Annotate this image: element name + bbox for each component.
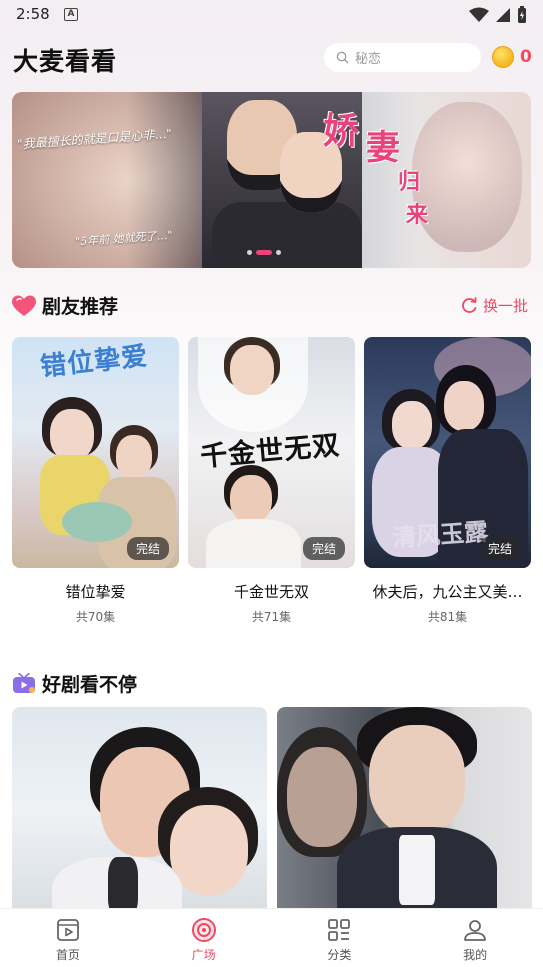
- pagination-dot[interactable]: [276, 250, 281, 255]
- status-badge: 完结: [478, 537, 521, 560]
- nav-label: 分类: [327, 948, 352, 962]
- user-icon: [464, 920, 487, 941]
- coin-icon[interactable]: [492, 46, 514, 68]
- status-time: 2:58: [16, 5, 50, 23]
- banner-title-char: 妻: [366, 128, 400, 168]
- drama-title[interactable]: 千金世无双: [188, 581, 355, 602]
- poster-figure: [50, 409, 94, 461]
- poster-figure: [399, 835, 435, 905]
- nav-label: 我的: [463, 948, 488, 962]
- search-input[interactable]: 秘恋: [324, 43, 481, 72]
- app-title: 大麦看看: [13, 47, 118, 76]
- poster-figure: [369, 725, 465, 835]
- nonstop-section-header: 好剧看不停: [12, 670, 137, 697]
- grid-icon: [328, 919, 351, 941]
- poster-figure: [230, 345, 274, 395]
- nav-item-home[interactable]: 首页: [0, 909, 136, 967]
- drama-card[interactable]: 错位挚爱 完结 错位挚爱 共70集: [12, 337, 179, 625]
- poster-title-art: 千金世无双: [199, 429, 342, 474]
- play-box-icon: [56, 919, 79, 941]
- pagination-dot-active[interactable]: [256, 250, 272, 255]
- nav-label: 首页: [55, 948, 80, 962]
- refresh-label: 换一批: [483, 297, 529, 315]
- drama-card-large[interactable]: [12, 707, 267, 917]
- heart-icon: [12, 295, 36, 316]
- status-badge: 完结: [126, 537, 169, 560]
- refresh-icon: [462, 297, 477, 313]
- poster-figure: [392, 401, 432, 449]
- battery-icon: [518, 6, 526, 23]
- bottom-nav: 首页 广场 分类 我的: [0, 908, 543, 967]
- poster-figure: [170, 805, 248, 895]
- notification-a-icon: A: [64, 8, 78, 21]
- drama-poster[interactable]: 错位挚爱 完结: [12, 337, 179, 568]
- search-icon: [336, 51, 349, 64]
- refresh-button[interactable]: 换一批: [461, 295, 528, 316]
- section-title: 剧友推荐: [42, 296, 119, 318]
- section-title: 好剧看不停: [42, 674, 138, 696]
- banner-title-char: 归: [398, 169, 421, 195]
- search-placeholder: 秘恋: [355, 52, 382, 67]
- poster-title-art: 错位挚爱: [38, 341, 150, 383]
- promo-banner[interactable]: "我最擅长的就是口是心非…" "5年前 她就死了…" 娇 妻 归 来: [12, 92, 531, 268]
- disc-icon: [191, 918, 216, 942]
- drama-title[interactable]: 错位挚爱: [12, 581, 179, 602]
- episode-count: 共81集: [427, 610, 468, 624]
- drama-poster[interactable]: 清风玉露 完结: [364, 337, 531, 568]
- nav-item-square[interactable]: 广场: [136, 909, 272, 967]
- drama-title[interactable]: 休夫后，九公主又美…: [364, 581, 531, 602]
- poster-figure: [116, 435, 152, 479]
- nav-item-category[interactable]: 分类: [272, 909, 408, 967]
- poster-title-art: 清风玉露: [391, 516, 490, 553]
- status-icons: [469, 6, 527, 24]
- tv-icon: [13, 672, 35, 693]
- episode-count: 共70集: [75, 610, 116, 624]
- drama-card-large[interactable]: [277, 707, 532, 917]
- episode-count: 共71集: [251, 610, 292, 624]
- nav-label: 广场: [191, 948, 216, 962]
- drama-card[interactable]: 清风玉露 完结 休夫后，九公主又美… 共81集: [364, 337, 531, 625]
- banner-title: 娇 妻 归 来: [318, 102, 448, 232]
- poster-figure: [444, 381, 484, 431]
- recommend-section-header: 剧友推荐: [12, 292, 118, 319]
- drama-poster[interactable]: 千金世无双 完结: [188, 337, 355, 568]
- status-bar: 2:58 A: [0, 0, 543, 30]
- signal-icon: [496, 8, 510, 22]
- banner-pagination: [247, 250, 281, 255]
- wifi-icon: [469, 7, 489, 22]
- banner-title-char: 娇: [323, 110, 360, 152]
- drama-card[interactable]: 千金世无双 完结 千金世无双 共71集: [188, 337, 355, 625]
- coin-count[interactable]: 0: [520, 47, 532, 67]
- status-badge: 完结: [302, 537, 345, 560]
- pagination-dot[interactable]: [247, 250, 252, 255]
- poster-figure: [287, 747, 357, 847]
- banner-title-char: 来: [406, 202, 429, 228]
- poster-figure: [62, 502, 132, 542]
- poster-figure: [230, 475, 272, 523]
- poster-figure: [206, 519, 301, 568]
- nav-item-profile[interactable]: 我的: [407, 909, 543, 967]
